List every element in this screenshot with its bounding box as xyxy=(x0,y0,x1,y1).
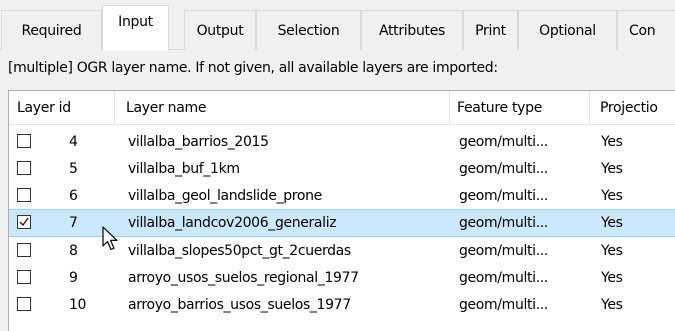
tab-optional[interactable]: Optional xyxy=(518,10,617,50)
layer-name: villalba_barrios_2015 xyxy=(128,133,269,150)
projection: Yes xyxy=(601,296,623,313)
feature-type: geom/multi... xyxy=(459,215,548,231)
tab-label: Attributes xyxy=(378,22,446,39)
table-row[interactable]: 10 arroyo_barrios_usos_suelos_1977 geom/… xyxy=(9,291,675,318)
projection: Yes xyxy=(601,160,623,177)
layer-id: 5 xyxy=(69,160,78,177)
tab-input[interactable]: Input xyxy=(102,5,169,51)
layer-name: villalba_geol_landslide_prone xyxy=(128,187,322,204)
projection: Yes xyxy=(601,269,623,286)
feature-type: geom/multi... xyxy=(459,160,548,177)
layer-id: 10 xyxy=(69,296,87,313)
tab-label: Input xyxy=(118,14,153,30)
layer-name: arroyo_barrios_usos_suelos_1977 xyxy=(128,296,351,313)
row-checkbox[interactable] xyxy=(17,243,31,257)
table-row[interactable]: 6 villalba_geol_landslide_prone geom/mul… xyxy=(9,182,675,209)
layer-id: 4 xyxy=(69,133,78,150)
tab-required[interactable]: Required xyxy=(1,10,102,50)
tab-selection[interactable]: Selection xyxy=(256,10,361,50)
table-row[interactable]: 9 arroyo_usos_suelos_regional_1977 geom/… xyxy=(9,264,675,291)
layer-id: 6 xyxy=(69,187,78,204)
tab-label: Selection xyxy=(277,22,340,39)
layer-name: villalba_buf_1km xyxy=(128,160,240,177)
layer-instruction-label: [multiple] OGR layer name. If not given,… xyxy=(8,60,498,76)
layer-table: Layer id Layer name Feature type Project… xyxy=(8,90,675,331)
column-header-projection[interactable]: Projectio xyxy=(590,91,675,125)
layer-id: 9 xyxy=(69,269,78,286)
tab-print[interactable]: Print xyxy=(463,10,518,50)
column-header-layer-id[interactable]: Layer id xyxy=(9,91,115,125)
feature-type: geom/multi... xyxy=(459,269,548,286)
layer-id: 8 xyxy=(69,242,78,259)
layer-id: 7 xyxy=(69,215,78,231)
tab-label: Con xyxy=(629,22,656,39)
mouse-cursor-icon xyxy=(102,226,118,251)
table-row[interactable]: 4 villalba_barrios_2015 geom/multi... Ye… xyxy=(9,128,675,155)
projection: Yes xyxy=(601,242,623,259)
check-mark-icon xyxy=(19,217,29,227)
tab-label: Required xyxy=(21,22,82,39)
feature-type: geom/multi... xyxy=(459,242,548,259)
tab-con[interactable]: Con xyxy=(617,10,675,50)
tab-output[interactable]: Output xyxy=(184,10,256,50)
row-checkbox[interactable] xyxy=(17,188,31,202)
layer-name: villalba_slopes50pct_gt_2cuerdas xyxy=(128,242,351,259)
layer-name: villalba_landcov2006_generaliz xyxy=(128,215,337,231)
row-checkbox[interactable] xyxy=(17,297,31,311)
table-row[interactable]: 5 villalba_buf_1km geom/multi... Yes xyxy=(9,155,675,182)
tab-attributes[interactable]: Attributes xyxy=(361,10,463,50)
tab-bar: Required Input Output Selection Attribut… xyxy=(0,0,675,51)
feature-type: geom/multi... xyxy=(459,187,548,204)
row-checkbox-checked[interactable] xyxy=(17,215,31,229)
feature-type: geom/multi... xyxy=(459,296,548,313)
tab-label: Output xyxy=(196,22,244,39)
column-header-layer-name[interactable]: Layer name xyxy=(115,91,450,125)
tab-label: Optional xyxy=(539,22,596,39)
projection: Yes xyxy=(601,133,623,150)
row-checkbox[interactable] xyxy=(17,270,31,284)
row-checkbox[interactable] xyxy=(17,161,31,175)
row-checkbox[interactable] xyxy=(17,134,31,148)
projection: Yes xyxy=(601,187,623,204)
table-header: Layer id Layer name Feature type Project… xyxy=(9,91,675,125)
column-header-feature-type[interactable]: Feature type xyxy=(450,91,590,125)
tab-label: Print xyxy=(475,22,506,39)
layer-name: arroyo_usos_suelos_regional_1977 xyxy=(128,269,359,286)
projection: Yes xyxy=(601,215,623,231)
feature-type: geom/multi... xyxy=(459,133,548,150)
